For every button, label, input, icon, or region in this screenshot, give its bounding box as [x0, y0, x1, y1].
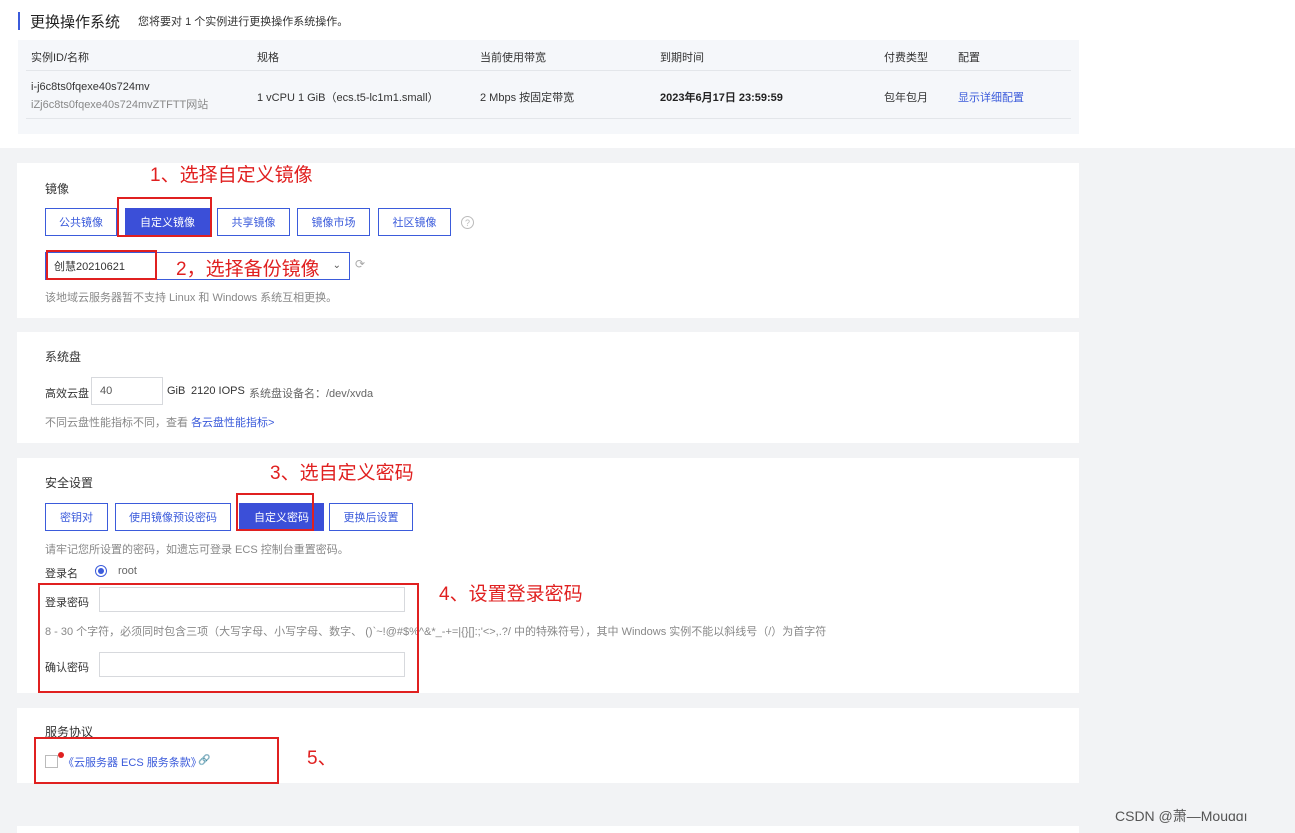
tab-shared-image[interactable]: 共享镜像 [217, 208, 290, 236]
tab-image-preset-password[interactable]: 使用镜像预设密码 [115, 503, 231, 531]
system-disk-panel: 系统盘 高效云盘 GiB 2120 IOPS 系统盘设备名：/dev/xvda … [17, 332, 1079, 443]
disk-type: 高效云盘 [45, 388, 89, 400]
disk-size-input[interactable] [91, 377, 163, 405]
password-input[interactable] [99, 587, 405, 612]
col-header-billing: 付费类型 [884, 52, 928, 64]
tab-public-image[interactable]: 公共镜像 [45, 208, 117, 236]
image-select-value: 创慧20210621 [54, 261, 125, 273]
disk-device: 系统盘设备名：/dev/xvda [249, 388, 374, 400]
external-link-icon: 🔗 [198, 755, 211, 766]
watermark: CSDN @萧—Mouɑɑı [1115, 808, 1248, 824]
disk-iops: 2120 IOPS [191, 385, 245, 397]
password-remember-hint: 请牢记您所设置的密码，如遗忘可登录 ECS 控制台重置密码。 [45, 544, 349, 556]
tab-image-market[interactable]: 镜像市场 [297, 208, 370, 236]
login-name-value: root [118, 565, 137, 577]
system-disk-label: 系统盘 [45, 350, 82, 364]
ecs-terms-link[interactable]: 《云服务器 ECS 服务条款》 [63, 754, 202, 770]
table-divider [26, 118, 1071, 119]
agreement-label: 服务协议 [45, 725, 94, 739]
instance-spec: 1 vCPU 1 GiB（ecs.t5-lc1m1.small） [257, 92, 439, 104]
page-title: 更换操作系统 您将要对 1 个实例进行更换操作系统操作。 [18, 12, 349, 31]
col-header-id: 实例ID/名称 [31, 52, 90, 64]
annotation-step-2: 2，选择备份镜像 [176, 259, 320, 280]
table-divider [26, 70, 1071, 71]
instance-table: 实例ID/名称 规格 当前使用带宽 到期时间 付费类型 配置 i-j6c8ts0… [18, 40, 1079, 134]
confirm-password-label: 确认密码 [45, 662, 89, 674]
tab-custom-image[interactable]: 自定义镜像 [125, 208, 210, 236]
next-panel-edge [17, 826, 1079, 833]
image-label: 镜像 [45, 182, 70, 196]
instance-expire: 2023年6月17日 23:59:59 [660, 92, 783, 104]
annotation-step-4: 4、设置登录密码 [439, 584, 583, 605]
tab-custom-password[interactable]: 自定义密码 [239, 503, 324, 531]
disk-hint: 不同云盘性能指标不同，查看 各云盘性能指标> [45, 414, 275, 430]
confirm-password-input[interactable] [99, 652, 405, 677]
tab-set-after-change[interactable]: 更换后设置 [329, 503, 413, 531]
col-header-config: 配置 [958, 52, 980, 64]
security-panel: 安全设置 密钥对 使用镜像预设密码 自定义密码 更换后设置 请牢记您所设置的密码… [17, 458, 1079, 693]
disk-performance-link[interactable]: 各云盘性能指标> [191, 417, 274, 429]
col-header-bandwidth: 当前使用带宽 [480, 52, 546, 64]
tab-community-image[interactable]: 社区镜像 [378, 208, 451, 236]
tab-key-pair[interactable]: 密钥对 [45, 503, 108, 531]
login-name-label: 登录名 [45, 568, 78, 580]
page-title-text: 更换操作系统 [30, 13, 121, 31]
disk-hint-text: 不同云盘性能指标不同，查看 [45, 417, 188, 429]
annotation-step-1: 1、选择自定义镜像 [150, 165, 313, 186]
col-header-expire: 到期时间 [660, 52, 704, 64]
show-config-link[interactable]: 显示详细配置 [958, 89, 1024, 105]
refresh-icon[interactable]: ⟳ [355, 257, 365, 271]
agreement-panel: 服务协议 《云服务器 ECS 服务条款》 🔗 [17, 708, 1079, 783]
password-rule-hint: 8 - 30 个字符，必须同时包含三项（大写字母、小写字母、数字、 ()`~!@… [45, 626, 827, 638]
security-label: 安全设置 [45, 476, 94, 490]
instance-bandwidth: 2 Mbps 按固定带宽 [480, 92, 575, 104]
instance-id-cell: i-j6c8ts0fqexe40s724mv iZj6c8ts0fqexe40s… [31, 81, 208, 112]
instance-name: iZj6c8ts0fqexe40s724mvZTFTT网站 [31, 99, 209, 111]
annotation-step-3: 3、选自定义密码 [270, 463, 414, 484]
disk-size-unit: GiB [167, 385, 186, 397]
image-hint: 该地域云服务器暂不支持 Linux 和 Windows 系统互相更换。 [45, 292, 338, 304]
annotation-step-5: 5、 [307, 748, 337, 769]
help-icon[interactable]: ? [461, 216, 474, 229]
instance-id: i-j6c8ts0fqexe40s724mv [31, 81, 150, 93]
login-name-radio[interactable] [95, 565, 107, 577]
password-label: 登录密码 [45, 597, 89, 609]
chevron-down-icon: ⌄ [332, 260, 341, 271]
agreement-checkbox[interactable] [45, 755, 58, 768]
col-header-spec: 规格 [257, 52, 279, 64]
instance-billing: 包年包月 [884, 92, 928, 104]
page-subtitle: 您将要对 1 个实例进行更换操作系统操作。 [138, 16, 349, 28]
